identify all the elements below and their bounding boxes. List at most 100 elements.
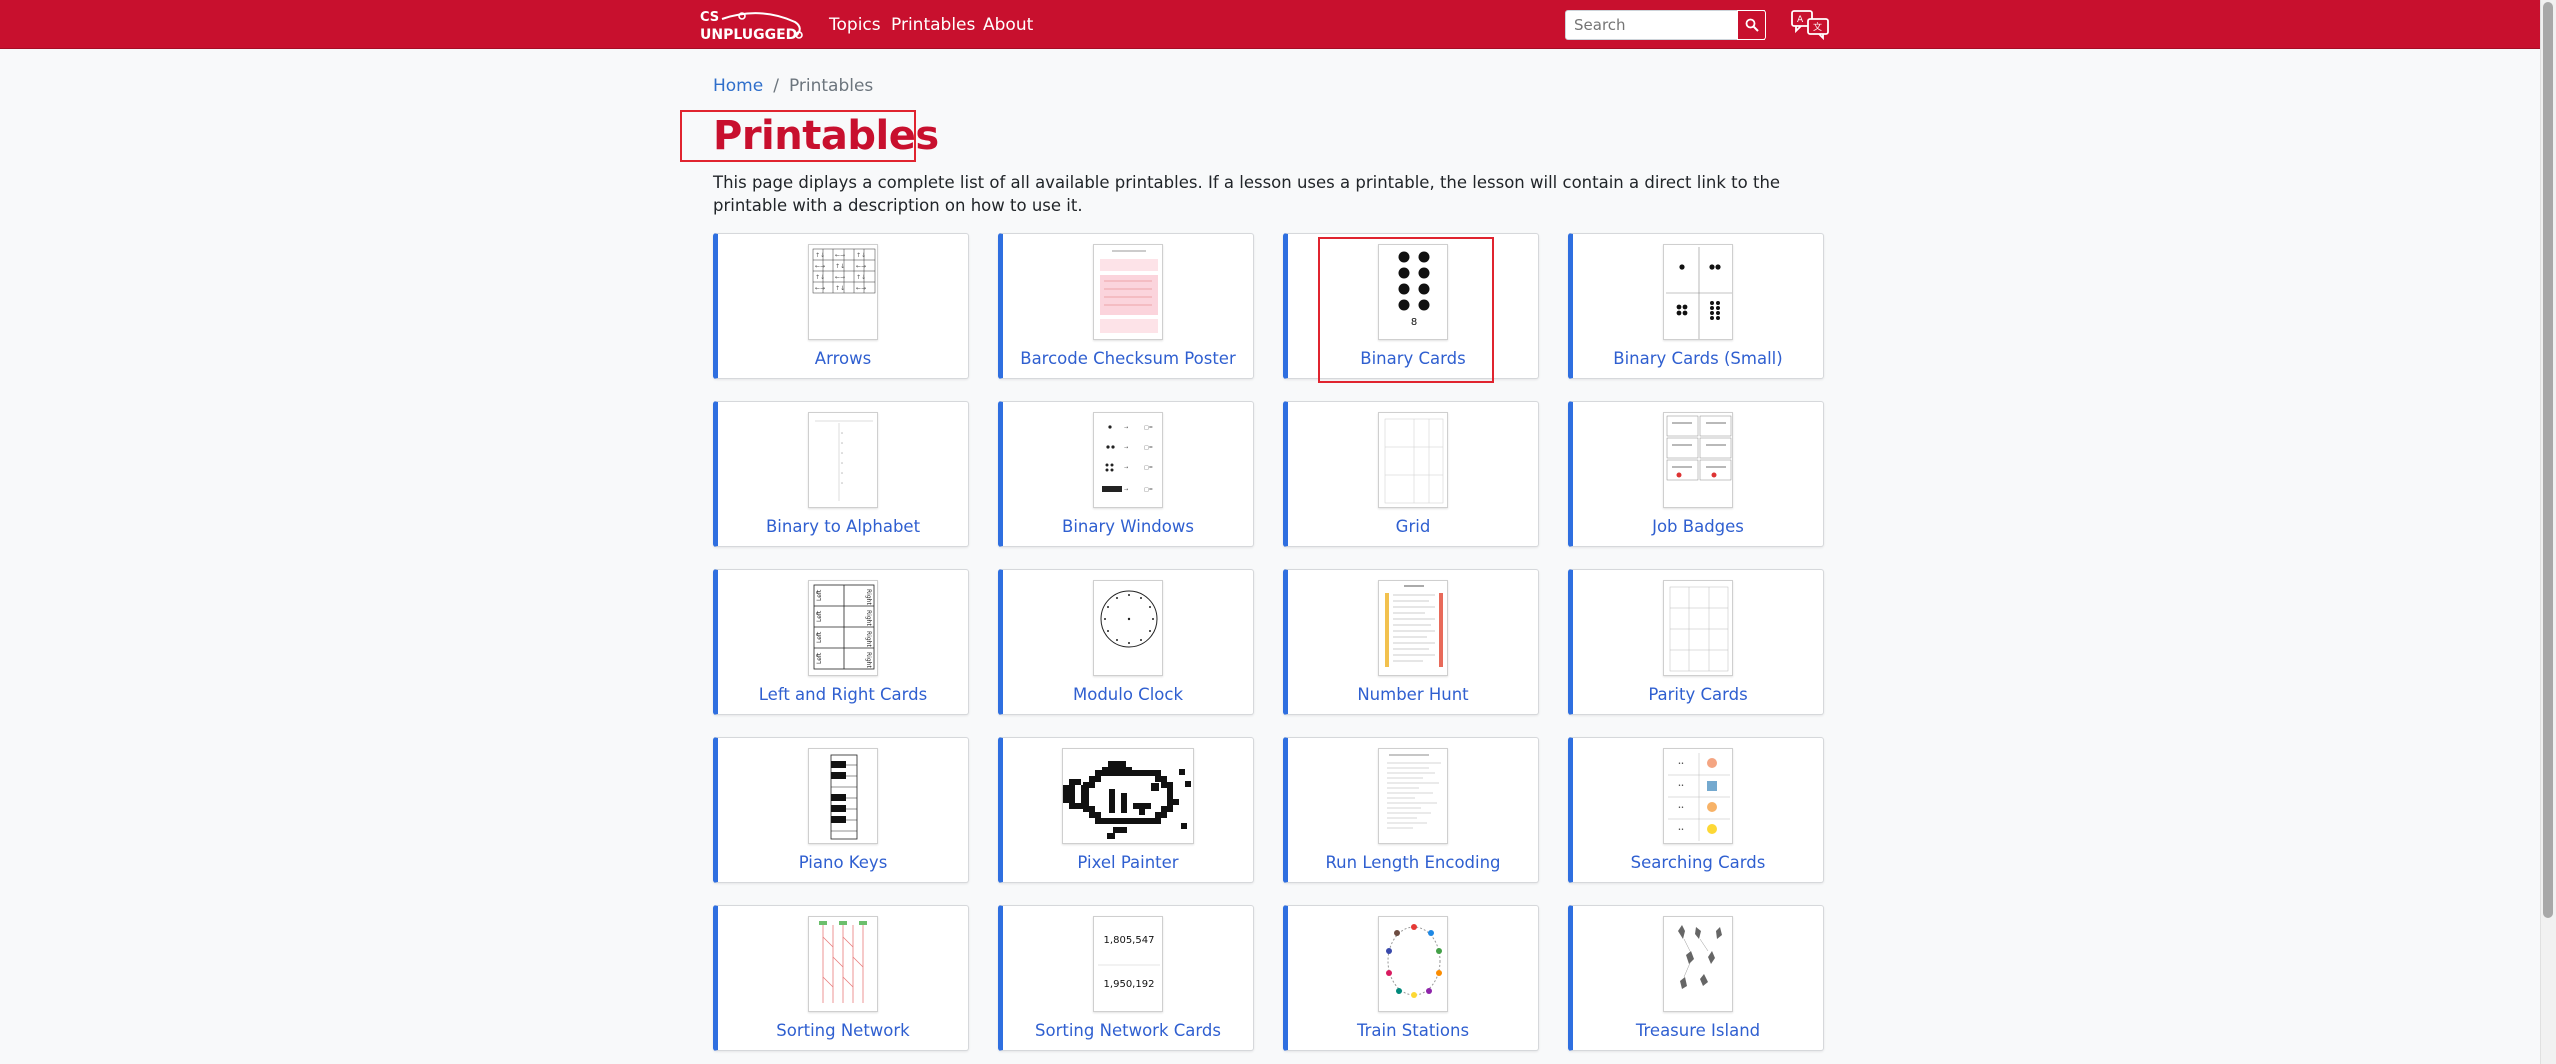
svg-text:□=: □= bbox=[1144, 425, 1153, 431]
printable-card-sorting-network-cards[interactable]: 1,805,547 1,950,192 Sorting Network Card… bbox=[998, 905, 1254, 1051]
logo-text-cs: CS bbox=[700, 10, 719, 25]
nav-printables[interactable]: Printables bbox=[891, 15, 975, 35]
logo-text-unplugged: UNPLUGGED bbox=[700, 27, 797, 42]
printable-card-train-stations[interactable]: Train Stations bbox=[1283, 905, 1539, 1051]
printables-grid: ↑↓ ←→ ↑↓ ←→ ↑↓ ←→ ↑↓ ←→ ↑↓ ←→ ↑↓ ←→ Arrows Barco… bbox=[713, 233, 1826, 1064]
printable-label[interactable]: Sorting Network bbox=[718, 1021, 968, 1040]
printable-card-barcode-checksum-poster[interactable]: Barcode Checksum Poster bbox=[998, 233, 1254, 379]
printable-label[interactable]: Arrows bbox=[718, 349, 968, 368]
printable-thumbnail bbox=[1663, 412, 1733, 508]
printable-thumbnail bbox=[808, 412, 878, 508]
svg-text:←→: ←→ bbox=[835, 274, 845, 281]
printable-thumbnail bbox=[1378, 412, 1448, 508]
page-scrollbar[interactable] bbox=[2540, 0, 2556, 1064]
search-button[interactable] bbox=[1737, 10, 1766, 40]
printable-card-job-badges[interactable]: Job Badges bbox=[1568, 401, 1824, 547]
svg-text:••: •• bbox=[1678, 783, 1684, 789]
sorting-card-number-2: 1,950,192 bbox=[1104, 979, 1155, 990]
printable-card-piano-keys[interactable]: Piano Keys bbox=[713, 737, 969, 883]
svg-text:↑↓: ↑↓ bbox=[856, 252, 866, 259]
svg-text:→: → bbox=[1124, 465, 1128, 471]
printable-thumbnail: ↑↓ ←→ ↑↓ ←→ ↑↓ ←→ ↑↓ ←→ ↑↓ ←→ ↑↓ ←→ bbox=[808, 244, 878, 340]
printable-card-searching-cards[interactable]: •• •• •• •• Searching Cards bbox=[1568, 737, 1824, 883]
svg-text:••: •• bbox=[1678, 761, 1684, 767]
svg-text:Left: Left bbox=[816, 631, 823, 643]
printable-label[interactable]: Searching Cards bbox=[1573, 853, 1823, 872]
svg-text:←→: ←→ bbox=[856, 285, 866, 292]
printable-label[interactable]: Pixel Painter bbox=[1003, 853, 1253, 872]
printable-label[interactable]: Binary to Alphabet bbox=[718, 517, 968, 536]
nav-topics[interactable]: Topics bbox=[829, 15, 881, 35]
printable-card-pixel-painter[interactable]: Pixel Painter bbox=[998, 737, 1254, 883]
sorting-card-number-1: 1,805,547 bbox=[1104, 935, 1155, 946]
printable-label[interactable]: Left and Right Cards bbox=[718, 685, 968, 704]
svg-text:文: 文 bbox=[1813, 21, 1822, 33]
search-icon bbox=[1745, 18, 1759, 32]
language-icon[interactable]: A 文 bbox=[1790, 8, 1832, 40]
svg-text:••: •• bbox=[1678, 805, 1684, 811]
printable-label[interactable]: Treasure Island bbox=[1573, 1021, 1823, 1040]
printable-thumbnail bbox=[1378, 916, 1448, 1012]
printable-label[interactable]: Binary Cards (Small) bbox=[1573, 349, 1823, 368]
breadcrumb: Home / Printables bbox=[713, 76, 873, 96]
svg-text:↑↓: ↑↓ bbox=[815, 274, 825, 281]
svg-text:→: → bbox=[1124, 425, 1128, 431]
printable-thumbnail bbox=[1663, 916, 1733, 1012]
svg-text:←→: ←→ bbox=[815, 285, 825, 292]
svg-text:↑↓: ↑↓ bbox=[835, 263, 845, 270]
printable-thumbnail bbox=[1378, 580, 1448, 676]
printable-label[interactable]: Number Hunt bbox=[1288, 685, 1538, 704]
printable-card-arrows[interactable]: ↑↓ ←→ ↑↓ ←→ ↑↓ ←→ ↑↓ ←→ ↑↓ ←→ ↑↓ ←→ Arrows bbox=[713, 233, 969, 379]
nav-about[interactable]: About bbox=[983, 15, 1033, 35]
printable-card-run-length-encoding[interactable]: Run Length Encoding bbox=[1283, 737, 1539, 883]
printable-card-binary-cards[interactable]: 8 Binary Cards bbox=[1283, 233, 1539, 379]
printable-thumbnail bbox=[1663, 244, 1733, 340]
printable-card-treasure-island[interactable]: Treasure Island bbox=[1568, 905, 1824, 1051]
printable-label[interactable]: Job Badges bbox=[1573, 517, 1823, 536]
cs-unplugged-logo[interactable]: CS UNPLUGGED bbox=[700, 8, 808, 42]
printable-label[interactable]: Parity Cards bbox=[1573, 685, 1823, 704]
printable-card-parity-cards[interactable]: Parity Cards bbox=[1568, 569, 1824, 715]
printable-thumbnail bbox=[1663, 580, 1733, 676]
svg-text:Right: Right bbox=[865, 631, 872, 647]
printable-card-modulo-clock[interactable]: Modulo Clock bbox=[998, 569, 1254, 715]
printable-card-binary-windows[interactable]: → □= → □= → □= → □= Binary Windows bbox=[998, 401, 1254, 547]
printable-thumbnail: 8 bbox=[1378, 244, 1448, 340]
printable-thumbnail: Left Left Left Left Right Right Right Ri… bbox=[808, 580, 878, 676]
printable-label[interactable]: Binary Windows bbox=[1003, 517, 1253, 536]
printable-thumbnail bbox=[1378, 748, 1448, 844]
printable-thumbnail: 1,805,547 1,950,192 bbox=[1093, 916, 1163, 1012]
breadcrumb-home[interactable]: Home bbox=[713, 76, 763, 96]
printable-label[interactable]: Run Length Encoding bbox=[1288, 853, 1538, 872]
svg-text:••: •• bbox=[1678, 827, 1684, 833]
svg-text:□=: □= bbox=[1144, 487, 1153, 493]
printable-label[interactable]: Piano Keys bbox=[718, 853, 968, 872]
svg-text:Left: Left bbox=[816, 652, 823, 664]
printable-card-binary-to-alphabet[interactable]: Binary to Alphabet bbox=[713, 401, 969, 547]
breadcrumb-separator: / bbox=[773, 76, 779, 96]
printable-label[interactable]: Grid bbox=[1288, 517, 1538, 536]
printable-card-grid[interactable]: Grid bbox=[1283, 401, 1539, 547]
printable-thumbnail bbox=[1093, 580, 1163, 676]
breadcrumb-current: Printables bbox=[788, 76, 874, 96]
svg-text:←→: ←→ bbox=[856, 263, 866, 270]
printable-thumbnail bbox=[1093, 244, 1163, 340]
search-input[interactable] bbox=[1565, 10, 1765, 40]
svg-text:↑↓: ↑↓ bbox=[835, 285, 845, 292]
printable-label[interactable]: Sorting Network Cards bbox=[1003, 1021, 1253, 1040]
printable-label[interactable]: Modulo Clock bbox=[1003, 685, 1253, 704]
printable-card-sorting-network[interactable]: Sorting Network bbox=[713, 905, 969, 1051]
printable-card-binary-cards-small[interactable]: Binary Cards (Small) bbox=[1568, 233, 1824, 379]
printable-card-left-and-right-cards[interactable]: Left Left Left Left Right Right Right Ri… bbox=[713, 569, 969, 715]
scrollbar-thumb[interactable] bbox=[2543, 2, 2553, 918]
printable-card-number-hunt[interactable]: Number Hunt bbox=[1283, 569, 1539, 715]
printable-thumbnail: •• •• •• •• bbox=[1663, 748, 1733, 844]
printable-thumbnail: → □= → □= → □= → □= bbox=[1093, 412, 1163, 508]
printable-label[interactable]: Binary Cards bbox=[1288, 349, 1538, 368]
page-intro: This page diplays a complete list of all… bbox=[713, 173, 1781, 215]
printable-label[interactable]: Barcode Checksum Poster bbox=[1003, 349, 1253, 368]
svg-text:←→: ←→ bbox=[835, 252, 845, 259]
svg-text:←→: ←→ bbox=[815, 263, 825, 270]
svg-text:□=: □= bbox=[1144, 465, 1153, 471]
printable-label[interactable]: Train Stations bbox=[1288, 1021, 1538, 1040]
